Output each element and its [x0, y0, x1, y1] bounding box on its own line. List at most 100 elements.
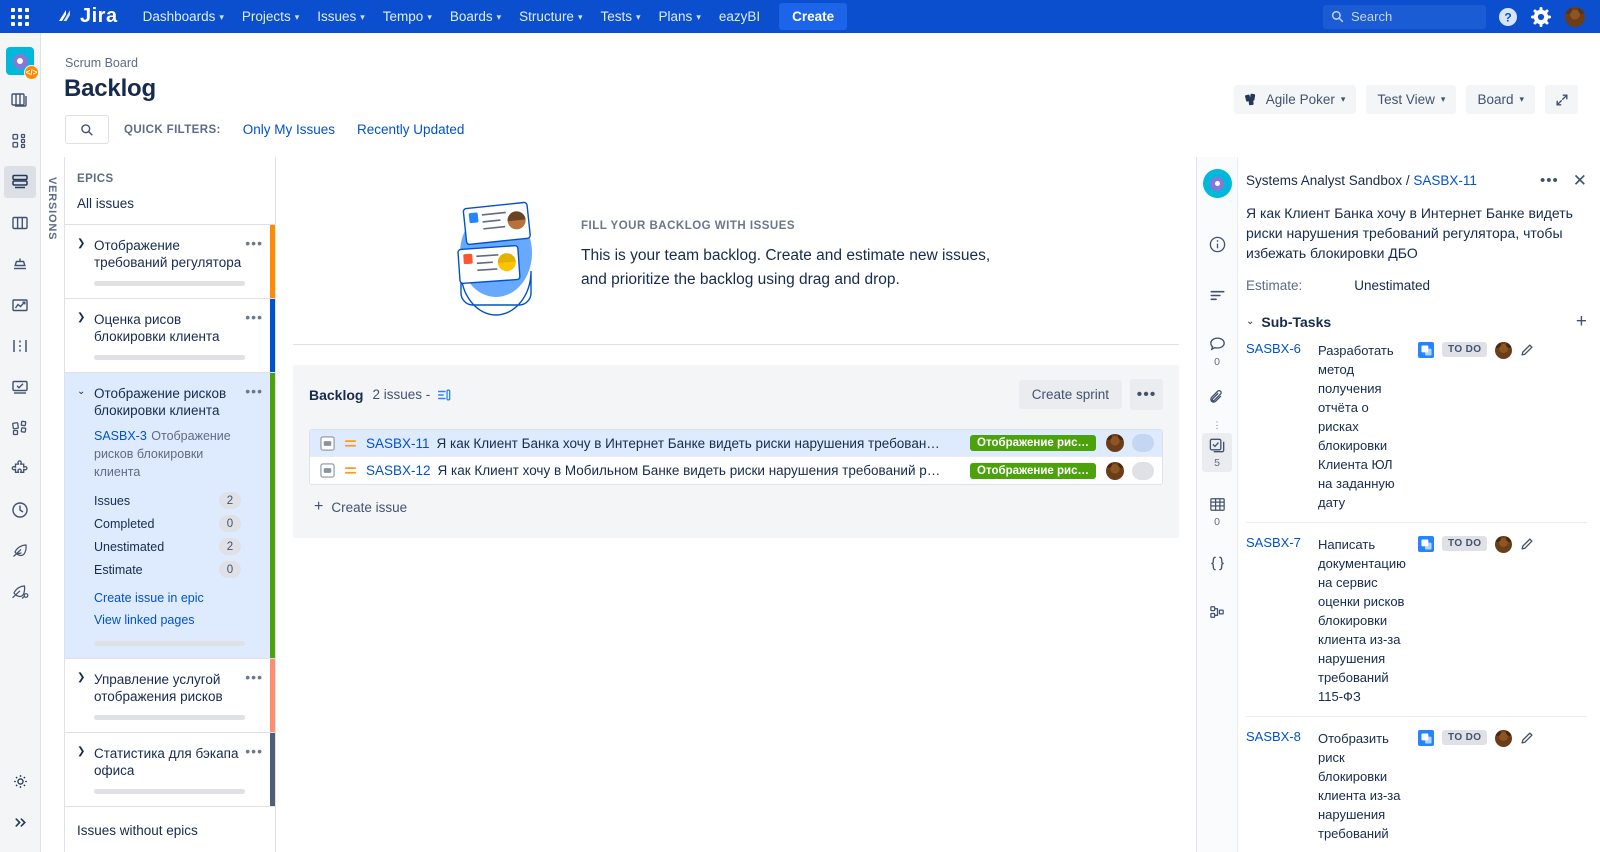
avatar[interactable] [1495, 536, 1513, 553]
nav-tempo[interactable]: Tempo ▾ [374, 4, 441, 29]
quick-filter-only-my-issues[interactable]: Only My Issues [243, 122, 335, 137]
epics-all-issues[interactable]: All issues [65, 185, 275, 224]
avatar[interactable] [1495, 342, 1513, 359]
list-item[interactable]: SASBX-7 Написать документацию на сервис … [1246, 522, 1587, 716]
list-item[interactable]: SASBX-6 Разработать метод получения отчё… [1246, 331, 1587, 522]
detail-tab-code[interactable] [1202, 551, 1232, 576]
sidebar-item-timeline[interactable] [4, 330, 36, 362]
nav-plans[interactable]: Plans ▾ [650, 4, 710, 29]
sidebar-settings-button[interactable] [4, 765, 36, 797]
pencil-icon[interactable] [1520, 537, 1534, 556]
subtask-key[interactable]: SASBX-8 [1246, 729, 1318, 843]
detail-tab-table[interactable]: 0 [1202, 492, 1232, 531]
test-view-button[interactable]: Test View ▾ [1366, 85, 1457, 114]
subtask-key[interactable]: SASBX-7 [1246, 535, 1318, 706]
sidebar-item-releases[interactable] [4, 248, 36, 280]
epic-row-1[interactable]: ❯ ••• Оценка рисов блокировки клиента [65, 298, 275, 372]
nav-projects[interactable]: Projects ▾ [233, 4, 308, 29]
versions-tab[interactable]: VERSIONS [41, 157, 65, 852]
detail-more-button[interactable]: ••• [1540, 173, 1559, 188]
table-row[interactable]: SASBX-12 Я как Клиент хочу в Мобильном Б… [310, 457, 1162, 484]
project-avatar[interactable]: </> [6, 47, 39, 80]
sidebar-item-boards[interactable] [4, 84, 36, 116]
detail-tab-comments[interactable]: 0 [1202, 332, 1232, 371]
sidebar-item-tests[interactable] [4, 371, 36, 403]
sidebar-item-reports[interactable] [4, 289, 36, 321]
list-item[interactable]: SASBX-8 Отобразить риск блокировки клиен… [1246, 716, 1587, 852]
status-badge[interactable]: TO DO [1442, 342, 1488, 357]
sidebar-item-portfolio[interactable] [4, 125, 36, 157]
detail-tab-attachments[interactable] [1202, 385, 1232, 410]
sidebar-item-columns[interactable] [4, 207, 36, 239]
issue-key[interactable]: SASBX-12 [366, 463, 431, 478]
app-switcher-button[interactable] [0, 0, 40, 33]
chevron-down-icon[interactable]: ⌄ [1246, 316, 1254, 327]
detail-rail-drag-handle[interactable]: ⋮ [1213, 421, 1222, 430]
epic-more-icon[interactable]: ••• [245, 744, 263, 758]
epic-more-icon[interactable]: ••• [245, 236, 263, 250]
sidebar-item-backlog[interactable] [4, 166, 36, 198]
detail-project-name[interactable]: Systems Analyst Sandbox [1246, 173, 1402, 188]
detail-tab-description[interactable] [1202, 283, 1232, 308]
avatar[interactable] [1495, 730, 1513, 747]
estimate-icon[interactable] [437, 388, 451, 402]
backlog-more-button[interactable]: ••• [1130, 379, 1163, 410]
estimate-badge[interactable] [1132, 461, 1154, 480]
sidebar-item-time[interactable] [4, 494, 36, 526]
table-row[interactable]: SASBX-11 Я как Клиент Банка хочу в Интер… [310, 430, 1162, 457]
sidebar-expand-button[interactable] [4, 806, 36, 838]
view-linked-pages-link[interactable]: View linked pages [77, 609, 245, 631]
sidebar-item-structure[interactable] [4, 412, 36, 444]
create-issue-in-epic-link[interactable]: Create issue in epic [77, 587, 245, 609]
nav-dashboards[interactable]: Dashboards ▾ [134, 4, 233, 29]
status-badge[interactable]: TO DO [1442, 536, 1488, 551]
breadcrumb[interactable]: Scrum Board [65, 56, 138, 70]
issues-without-epics[interactable]: Issues without epics [65, 806, 275, 838]
detail-issue-key[interactable]: SASBX-11 [1413, 173, 1477, 188]
jira-logo[interactable]: Jira [56, 5, 118, 28]
quick-filter-recently-updated[interactable]: Recently Updated [357, 122, 464, 137]
status-badge[interactable]: TO DO [1442, 730, 1488, 745]
board-search-button[interactable] [65, 115, 109, 144]
chevron-right-icon[interactable]: ❯ [77, 672, 85, 683]
estimate-badge[interactable] [1132, 434, 1154, 452]
epic-more-icon[interactable]: ••• [245, 384, 263, 398]
epic-issue-key[interactable]: SASBX-3 [94, 429, 147, 443]
user-avatar[interactable] [1563, 4, 1587, 29]
sidebar-item-apps[interactable] [4, 453, 36, 485]
fullscreen-button[interactable] [1545, 85, 1578, 114]
search-input[interactable]: Search [1323, 4, 1486, 29]
chevron-right-icon[interactable]: ❯ [77, 312, 85, 323]
epic-label[interactable]: Отображение рис… [970, 435, 1096, 451]
pencil-icon[interactable] [1520, 343, 1534, 362]
epic-row-3[interactable]: ❯ ••• Управление услугой отображения рис… [65, 658, 275, 732]
detail-tab-dev[interactable] [1202, 600, 1232, 625]
epic-label[interactable]: Отображение рис… [970, 462, 1096, 479]
sidebar-item-feather[interactable] [4, 535, 36, 567]
detail-tab-subtasks[interactable]: 5 [1202, 433, 1232, 472]
create-sprint-button[interactable]: Create sprint [1018, 380, 1122, 409]
detail-project-avatar[interactable] [1202, 169, 1232, 198]
epic-more-icon[interactable]: ••• [245, 670, 263, 684]
chevron-right-icon[interactable]: ❯ [77, 746, 85, 757]
subtask-key[interactable]: SASBX-6 [1246, 341, 1318, 512]
nav-tests[interactable]: Tests ▾ [591, 4, 649, 29]
close-icon[interactable]: ✕ [1573, 172, 1587, 189]
epic-row-0[interactable]: ❯ ••• Отображение требований регулятора [65, 224, 275, 298]
sidebar-item-feather-key[interactable] [4, 576, 36, 608]
estimate-value[interactable]: Unestimated [1354, 278, 1430, 293]
avatar[interactable] [1106, 434, 1124, 452]
create-button[interactable]: Create [779, 3, 848, 30]
add-subtask-button[interactable]: + [1576, 312, 1587, 331]
avatar[interactable] [1106, 461, 1124, 480]
detail-tab-info[interactable] [1202, 232, 1232, 257]
epic-row-2[interactable]: ⌄ ••• Отображение рисков блокировки клие… [65, 372, 275, 658]
issue-key[interactable]: SASBX-11 [366, 436, 430, 451]
nav-boards[interactable]: Boards ▾ [441, 4, 510, 29]
agile-poker-button[interactable]: Agile Poker ▾ [1233, 85, 1357, 114]
chevron-right-icon[interactable]: ❯ [77, 238, 85, 249]
create-issue-button[interactable]: + Create issue [309, 498, 1163, 516]
nav-issues[interactable]: Issues ▾ [308, 4, 374, 29]
epic-row-4[interactable]: ❯ ••• Статистика для бэкапа офиса [65, 732, 275, 806]
board-menu-button[interactable]: Board ▾ [1466, 85, 1535, 114]
